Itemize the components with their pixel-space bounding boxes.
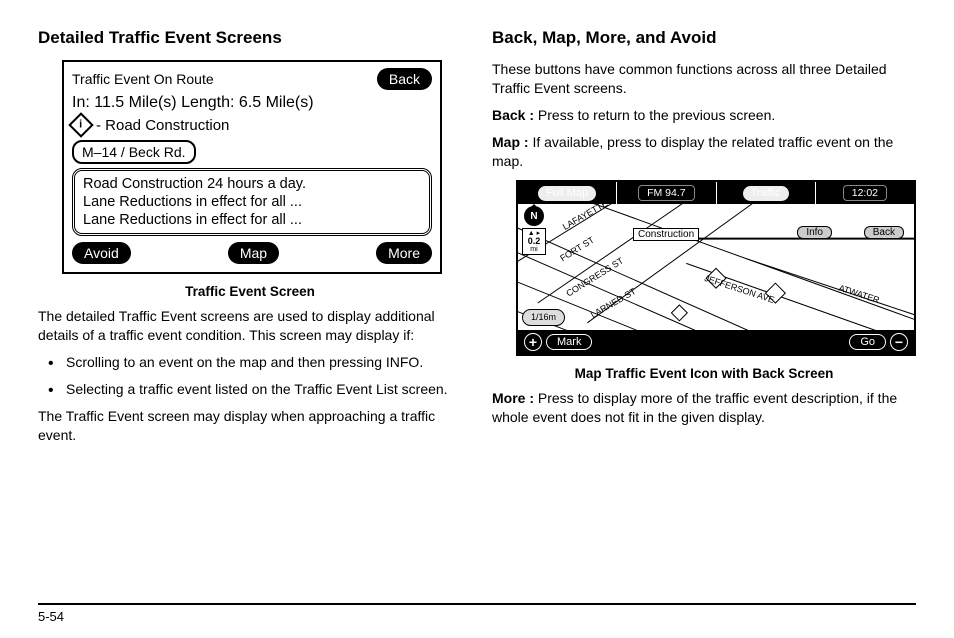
fig1-distance: In: 11.5 Mile(s) Length: 6.5 Mile(s) [72, 94, 432, 112]
left-para2: The Traffic Event screen may display whe… [38, 407, 462, 445]
zoom-out-button[interactable]: − [890, 333, 908, 351]
map-area[interactable]: N ▲ ▸ 0.2 mi Construction Info Back LAFA… [518, 204, 914, 354]
fig1-description: Road Construction 24 hours a day. Lane R… [72, 168, 432, 236]
page-number: 5-54 [38, 609, 64, 624]
go-button[interactable]: Go [849, 334, 886, 350]
more-desc: More : Press to display more of the traf… [492, 389, 916, 427]
back-button[interactable]: Back [377, 68, 432, 90]
fig1-desc-line: Lane Reductions in effect for all ... [83, 193, 421, 211]
left-heading: Detailed Traffic Event Screens [38, 28, 462, 48]
back-desc: Back : Press to return to the previous s… [492, 106, 916, 125]
fig1-event-type: - Road Construction [96, 117, 229, 134]
map-bottombar: + Mark Go − [518, 330, 914, 354]
right-intro: These buttons have common functions acro… [492, 60, 916, 98]
bullet-item: Scrolling to an event on the map and the… [66, 353, 462, 372]
page-footer: 5-54 [38, 603, 916, 624]
mark-button[interactable]: Mark [546, 334, 592, 350]
fig1-road: M–14 / Beck Rd. [72, 140, 196, 164]
fig1-title: Traffic Event On Route [72, 71, 214, 87]
map-button[interactable]: Map [228, 242, 279, 264]
more-button[interactable]: More [376, 242, 432, 264]
north-icon[interactable]: N [524, 206, 544, 226]
construction-icon: i [68, 112, 93, 137]
traffic-event-screen-figure: Traffic Event On Route Back In: 11.5 Mil… [62, 60, 442, 274]
fullmap-chip[interactable]: Full Map [537, 185, 597, 202]
traffic-chip[interactable]: Traffic [742, 185, 790, 202]
zoom-in-button[interactable]: + [524, 333, 542, 351]
scale-box: ▲ ▸ 0.2 mi [522, 228, 546, 255]
time-chip: 12:02 [843, 185, 887, 201]
map-topbar: Full Map FM 94.7 Traffic 12:02 [518, 182, 914, 204]
fig1-desc-line: Lane Reductions in effect for all ... [83, 211, 421, 229]
bullet-item: Selecting a traffic event listed on the … [66, 380, 462, 399]
map-desc: Map : If available, press to display the… [492, 133, 916, 171]
right-heading: Back, Map, More, and Avoid [492, 28, 916, 48]
fig1-caption: Traffic Event Screen [38, 284, 462, 299]
left-para1: The detailed Traffic Event screens are u… [38, 307, 462, 345]
avoid-button[interactable]: Avoid [72, 242, 131, 264]
map-back-button[interactable]: Back [864, 226, 904, 239]
fig1-desc-line: Road Construction 24 hours a day. [83, 175, 421, 193]
construction-label: Construction [633, 228, 699, 241]
scale-chip[interactable]: 1/16m [522, 309, 565, 326]
fig2-caption: Map Traffic Event Icon with Back Screen [492, 366, 916, 381]
map-screen-figure: Full Map FM 94.7 Traffic 12:02 [516, 180, 916, 356]
info-button[interactable]: Info [797, 226, 832, 239]
radio-chip[interactable]: FM 94.7 [638, 185, 695, 201]
